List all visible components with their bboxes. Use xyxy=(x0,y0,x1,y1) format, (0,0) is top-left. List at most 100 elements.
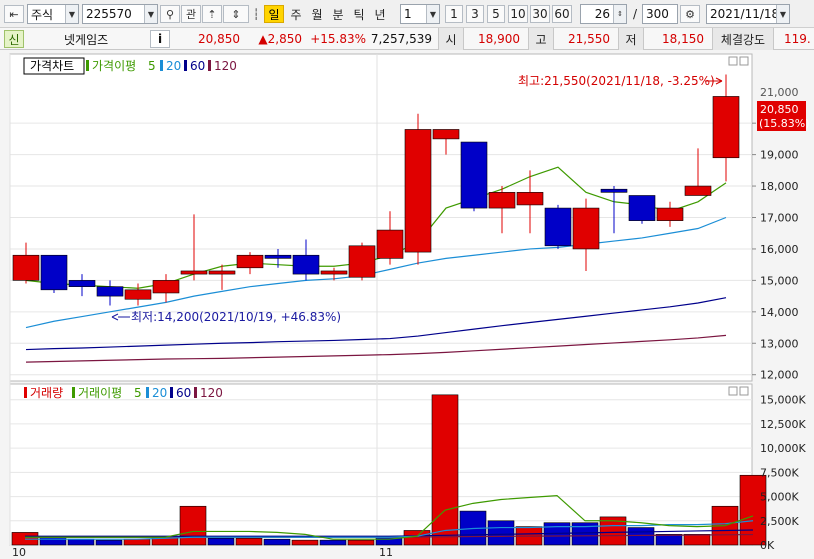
count-slash: / xyxy=(629,5,641,23)
prev-stock-icon[interactable]: ⇤ xyxy=(4,5,24,23)
candle-body xyxy=(320,270,348,275)
legend-vol-ma20: 20 xyxy=(152,386,167,400)
volume-tick-label: 0K xyxy=(760,539,775,552)
period-year-button[interactable]: 년 xyxy=(370,5,390,23)
minimize-volume-panel-icon[interactable] xyxy=(728,386,738,396)
chart-area: 12,000 13,000 14,000 15,000 16,000 17,000 18,0… xyxy=(0,50,814,559)
candle-body xyxy=(124,289,152,300)
count-value: 26 xyxy=(594,7,610,21)
current-price: 20,850 xyxy=(178,28,240,50)
period-tick-label: 틱 xyxy=(353,7,365,22)
volume-bar xyxy=(263,538,291,546)
watchlist-button[interactable]: 관 xyxy=(181,5,201,23)
unit-10-button[interactable]: 10 xyxy=(508,5,528,23)
count-slash-text: / xyxy=(632,7,638,21)
top-toolbar: ⇤ 주식 ▼ 225570 ▼ ⚲ 관 ⇡ ⇕ ┆ 일 주 월 분 틱 년 1 … xyxy=(0,0,814,28)
volume-bar xyxy=(487,520,515,546)
legend-swatch-volume xyxy=(24,387,27,398)
unit-3-button[interactable]: 3 xyxy=(466,5,484,23)
info-button[interactable]: i xyxy=(150,30,170,48)
maximize-panel-icon[interactable] xyxy=(739,56,749,66)
legend-swatch-ma120 xyxy=(208,60,211,71)
date-value: 2021/11/18 xyxy=(710,7,780,21)
unit-30-button[interactable]: 30 xyxy=(530,5,550,23)
market-type-value: 주식 xyxy=(31,7,54,22)
period-month-button[interactable]: 월 xyxy=(307,5,327,23)
x-tick-label: 10 xyxy=(12,546,26,559)
chart-svg[interactable]: 12,000 13,000 14,000 15,000 16,000 17,000 18,0… xyxy=(0,50,814,559)
unit-3-label: 3 xyxy=(471,7,479,21)
volume-bar xyxy=(431,394,459,546)
unit-60-button[interactable]: 60 xyxy=(552,5,572,23)
volume-bar xyxy=(123,538,151,546)
volume-tick-label: 15,000K xyxy=(760,394,806,407)
price-tick-label: 14,000 xyxy=(760,306,799,319)
stepper-icon[interactable]: ⇕ xyxy=(223,5,249,23)
price-tick-label: 19,000 xyxy=(760,149,799,162)
unit-5-button[interactable]: 5 xyxy=(487,5,505,23)
candle-body xyxy=(68,280,96,287)
candle-body xyxy=(404,129,432,253)
maximize-volume-panel-icon[interactable] xyxy=(739,386,749,396)
stock-name-text: 넷게임즈 xyxy=(64,32,109,47)
trade-volume-text: 7,257,539 xyxy=(370,32,432,46)
watchlist-label: 관 xyxy=(185,8,197,21)
legend-swatch-vol-ma60 xyxy=(170,387,173,398)
settings-icon[interactable]: ⚙ xyxy=(680,5,700,23)
market-badge-text: 신 xyxy=(8,32,20,47)
chevron-down-icon: ▼ xyxy=(65,5,78,23)
search-icon[interactable]: ⚲ xyxy=(160,5,180,23)
candle-body xyxy=(12,254,40,281)
legend-price-ma120: 120 xyxy=(214,59,237,73)
refresh-icon[interactable]: ⇡ xyxy=(202,5,222,23)
volume-bar xyxy=(655,534,683,546)
candle-body xyxy=(292,254,320,275)
period-tick-button[interactable]: 틱 xyxy=(349,5,369,23)
strength-value: 119. xyxy=(778,28,814,50)
current-price-text: 20,850 xyxy=(198,32,240,46)
price-tick-label: 15,000 xyxy=(760,274,799,287)
high-annotation: 최고:21,550(2021/11/18, -3.25%) xyxy=(518,74,715,88)
total-count-input[interactable]: 300 xyxy=(642,4,678,24)
legend-price-ma20: 20 xyxy=(166,59,181,73)
legend-vol-ma5: 5 xyxy=(134,386,142,400)
volume-bar xyxy=(627,527,655,546)
candle-body xyxy=(180,270,208,275)
candle-body xyxy=(376,229,404,259)
candle-body xyxy=(236,254,264,269)
candle-body xyxy=(152,280,180,294)
price-chart-title: 가격차트 xyxy=(30,59,74,73)
price-change-text: ▲2,850 xyxy=(258,32,302,46)
unit-60-label: 60 xyxy=(554,7,570,21)
candle-body xyxy=(432,129,460,140)
candle-body xyxy=(40,254,68,291)
unit-select[interactable]: 1 ▼ xyxy=(400,4,440,24)
count-stepper[interactable]: 26 ⇕ xyxy=(580,4,627,24)
volume-tick-label: 2,500K xyxy=(760,515,799,528)
legend-vol-ma: 거래이평 xyxy=(78,386,122,400)
chevron-down-icon: ▼ xyxy=(426,5,439,23)
market-type-select[interactable]: 주식 ▼ xyxy=(27,4,79,24)
unit-1-button[interactable]: 1 xyxy=(445,5,463,23)
date-select[interactable]: 2021/11/18 ▼ xyxy=(706,4,790,24)
change-percent: +15.83% xyxy=(304,28,366,50)
high-price: 21,550 xyxy=(556,28,610,50)
price-tick-label: 13,000 xyxy=(760,337,799,350)
period-day-button[interactable]: 일 xyxy=(264,5,284,23)
period-month-label: 월 xyxy=(311,7,323,22)
candle-body xyxy=(96,286,124,297)
candle-body xyxy=(712,96,740,159)
low-price: 18,150 xyxy=(646,28,704,50)
period-week-button[interactable]: 주 xyxy=(286,5,306,23)
volume-bar xyxy=(235,537,263,546)
unit-5-label: 5 xyxy=(492,7,500,21)
stepper-arrows-icon[interactable]: ⇕ xyxy=(613,5,626,23)
period-minute-button[interactable]: 분 xyxy=(328,5,348,23)
minimize-panel-icon[interactable] xyxy=(728,56,738,66)
legend-swatch-vol-ma xyxy=(72,387,75,398)
volume-bar xyxy=(207,537,235,546)
volume-chart-title: 거래량 xyxy=(30,386,63,400)
candle-body xyxy=(544,207,572,247)
stock-code-input[interactable]: 225570 ▼ xyxy=(82,4,158,24)
volume-tick-label: 10,000K xyxy=(760,442,806,455)
